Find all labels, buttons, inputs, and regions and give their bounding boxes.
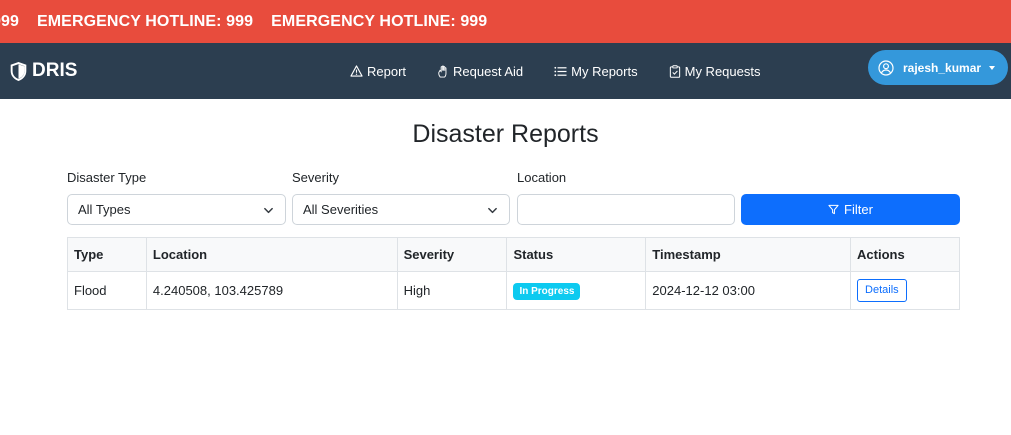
ticker-track: : 999 EMERGENCY HOTLINE: 999 EMERGENCY H… — [0, 0, 505, 43]
emergency-ticker: : 999 EMERGENCY HOTLINE: 999 EMERGENCY H… — [0, 0, 1011, 43]
nav-my-requests[interactable]: My Requests — [669, 63, 761, 79]
top-navbar: DRIS Report Request Aid My Reports My Re… — [0, 43, 1011, 99]
nav-my-requests-label: My Requests — [684, 63, 761, 79]
severity-select[interactable]: All Severities — [292, 194, 510, 225]
status-badge: In Progress — [513, 282, 581, 300]
nav-links: Report Request Aid My Reports My Request… — [350, 43, 760, 99]
header-location: Location — [145, 237, 398, 272]
cell-actions: Details — [850, 271, 960, 310]
clipboard-check-icon — [669, 64, 680, 78]
location-input[interactable] — [517, 194, 735, 225]
funnel-icon — [828, 204, 839, 215]
shield-icon — [10, 61, 27, 81]
list-icon — [554, 66, 567, 76]
table-row: Flood 4.240508, 103.425789 High In Progr… — [67, 271, 960, 310]
disaster-type-label: Disaster Type — [67, 170, 147, 185]
cell-location: 4.240508, 103.425789 — [145, 271, 398, 310]
ticker-item: : 999 — [0, 12, 19, 30]
brand-logo[interactable]: DRIS — [10, 43, 77, 99]
hand-icon — [438, 65, 447, 78]
nav-request-aid[interactable]: Request Aid — [437, 64, 523, 79]
cell-severity: High — [396, 271, 508, 310]
filter-button-label: Filter — [844, 202, 873, 217]
user-circle-icon — [878, 59, 894, 76]
header-type: Type — [67, 237, 147, 272]
chevron-down-icon — [488, 207, 497, 214]
brand-name: DRIS — [32, 60, 78, 81]
cell-status: In Progress — [506, 271, 647, 310]
page-title: Disaster Reports — [412, 120, 599, 148]
header-status: Status — [506, 237, 647, 272]
ticker-item: EMERGENCY HOTLINE: 999 — [271, 12, 488, 30]
ticker-item: EMERGENCY HOTLINE: 999 — [36, 12, 254, 30]
user-menu-button[interactable]: rajesh_kumar — [868, 50, 1008, 85]
severity-label: Severity — [292, 170, 339, 185]
reports-table: Type Location Severity Status Timestamp … — [67, 237, 960, 310]
nav-report[interactable]: Report — [350, 64, 406, 79]
nav-my-reports-label: My Reports — [571, 63, 638, 79]
filter-button[interactable]: Filter — [741, 194, 960, 225]
header-timestamp: Timestamp — [645, 237, 852, 272]
disaster-type-select[interactable]: All Types — [67, 194, 286, 225]
nav-my-reports[interactable]: My Reports — [554, 63, 638, 79]
header-severity: Severity — [396, 237, 508, 272]
caret-down-icon — [989, 65, 996, 70]
warning-triangle-icon — [350, 65, 363, 77]
nav-report-label: Report — [367, 63, 407, 79]
details-button[interactable]: Details — [857, 279, 907, 302]
severity-selected: All Severities — [303, 202, 379, 217]
chevron-down-icon — [264, 207, 273, 214]
location-label: Location — [517, 170, 567, 185]
cell-type: Flood — [67, 271, 147, 310]
cell-timestamp: 2024-12-12 03:00 — [645, 271, 852, 310]
username: rajesh_kumar — [903, 60, 982, 75]
header-actions: Actions — [850, 237, 960, 272]
table-header-row: Type Location Severity Status Timestamp … — [67, 237, 960, 272]
disaster-type-selected: All Types — [78, 202, 131, 217]
nav-request-aid-label: Request Aid — [453, 63, 524, 79]
